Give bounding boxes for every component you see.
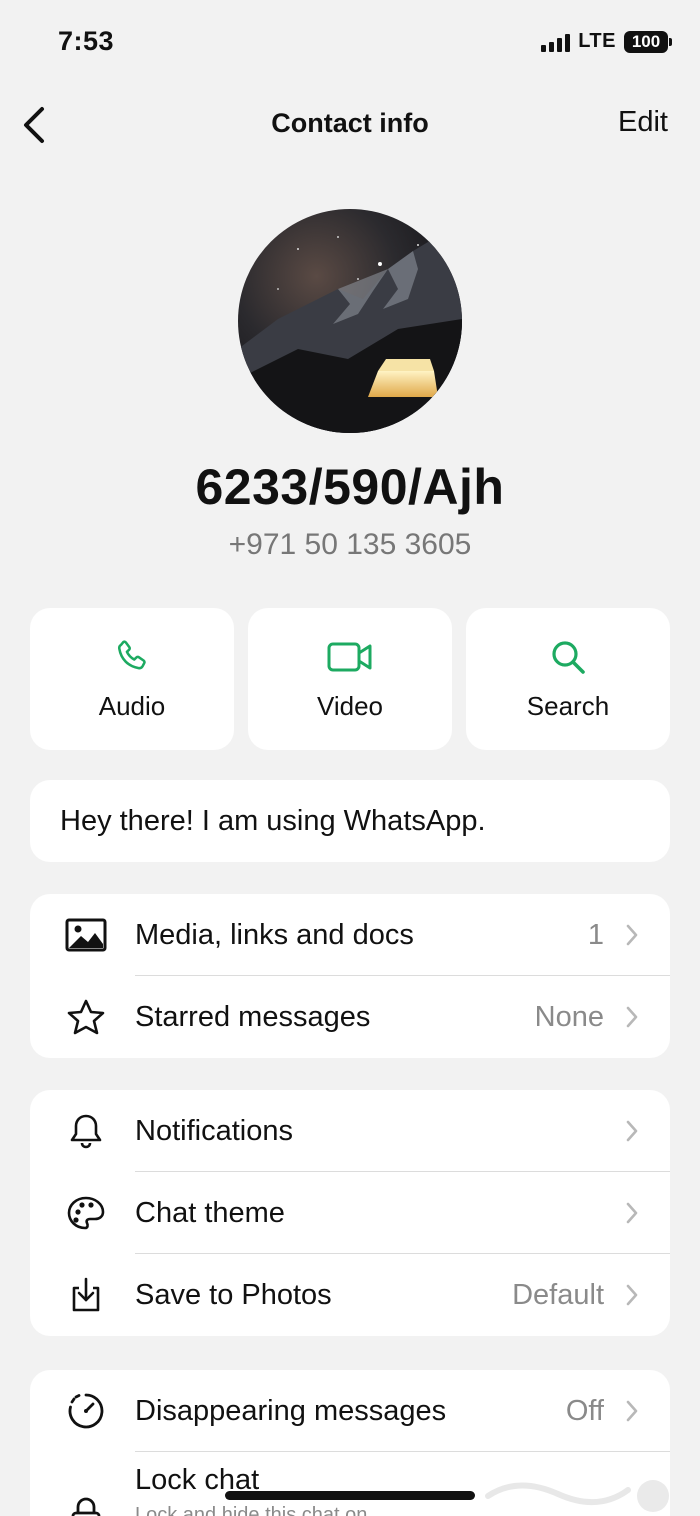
- starred-messages-row[interactable]: Starred messages None: [30, 976, 670, 1058]
- media-group: Media, links and docs 1 Starred messages…: [30, 894, 670, 1058]
- contact-name: 6233/590/Ajh: [195, 459, 505, 515]
- chevron-right-icon: [624, 1370, 640, 1452]
- search-label: Search: [526, 690, 610, 721]
- download-icon: [64, 1254, 108, 1336]
- signal-icon: [541, 32, 571, 52]
- notifications-row[interactable]: Notifications: [30, 1090, 670, 1172]
- chevron-right-icon: [624, 1172, 640, 1254]
- row-value: Default: [512, 1278, 604, 1311]
- row-label: Media, links and docs: [135, 918, 414, 951]
- disappearing-messages-row[interactable]: Disappearing messages Off: [30, 1370, 670, 1452]
- phone-icon: [113, 637, 151, 677]
- chevron-right-icon: [624, 1090, 640, 1172]
- bell-icon: [64, 1090, 108, 1172]
- timer-icon: [64, 1370, 108, 1452]
- row-value: 1: [587, 918, 604, 951]
- video-call-button[interactable]: Video: [248, 608, 452, 750]
- row-value: None: [534, 1000, 604, 1033]
- chevron-right-icon: [624, 1254, 640, 1336]
- chat-theme-row[interactable]: Chat theme: [30, 1172, 670, 1254]
- navigation-bar: Contact info Edit: [0, 96, 700, 154]
- row-label: Disappearing messages: [135, 1394, 447, 1427]
- search-icon: [549, 637, 587, 677]
- avatar[interactable]: [238, 209, 462, 433]
- search-button[interactable]: Search: [466, 608, 670, 750]
- home-indicator[interactable]: [225, 1491, 475, 1500]
- star-icon: [64, 976, 108, 1058]
- chevron-right-icon: [624, 894, 640, 976]
- status-indicators: LTE 100: [541, 30, 672, 53]
- network-type: LTE: [578, 30, 616, 52]
- row-label: Notifications: [135, 1114, 293, 1147]
- contact-phone[interactable]: +971 50 135 3605: [0, 528, 700, 562]
- row-value: Off: [565, 1394, 604, 1427]
- status-time: 7:53: [58, 26, 115, 56]
- edit-button[interactable]: Edit: [618, 106, 668, 139]
- audio-call-button[interactable]: Audio: [30, 608, 234, 750]
- battery-icon: 100: [624, 30, 672, 53]
- save-to-photos-row[interactable]: Save to Photos Default: [30, 1254, 670, 1336]
- action-buttons: Audio Video Search: [30, 608, 670, 750]
- row-sublabel: Lock and hide this chat on: [135, 1504, 368, 1516]
- row-label: Chat theme: [135, 1196, 285, 1229]
- image-icon: [64, 894, 108, 976]
- row-label: Save to Photos: [135, 1278, 332, 1311]
- audio-label: Audio: [98, 690, 166, 721]
- watermark-logo: [478, 1466, 688, 1516]
- chevron-right-icon: [624, 976, 640, 1058]
- video-camera-icon: [327, 637, 373, 677]
- about-text: Hey there! I am using WhatsApp.: [60, 804, 486, 837]
- status-bar: 7:53 LTE 100: [0, 0, 700, 86]
- battery-level: 100: [624, 30, 668, 53]
- page-title: Contact info: [271, 108, 429, 138]
- lock-icon: [64, 1474, 108, 1516]
- settings-group: Notifications Chat theme Save to Photos …: [30, 1090, 670, 1336]
- palette-icon: [64, 1172, 108, 1254]
- row-label: Starred messages: [135, 1000, 371, 1033]
- media-links-docs-row[interactable]: Media, links and docs 1: [30, 894, 670, 976]
- about-status[interactable]: Hey there! I am using WhatsApp.: [30, 780, 670, 862]
- video-label: Video: [316, 690, 384, 721]
